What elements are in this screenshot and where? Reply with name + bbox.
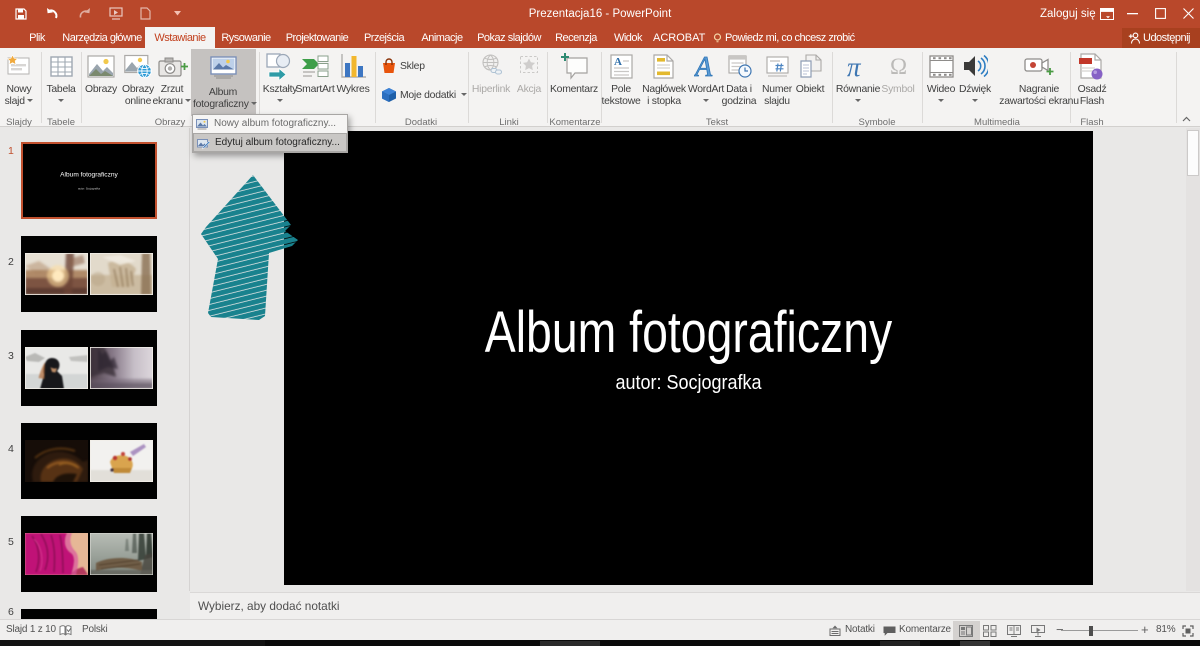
svg-text:A: A (694, 53, 713, 79)
svg-text:π: π (847, 55, 862, 79)
svg-text:Ω: Ω (890, 55, 907, 77)
svg-text:A: A (614, 56, 622, 68)
